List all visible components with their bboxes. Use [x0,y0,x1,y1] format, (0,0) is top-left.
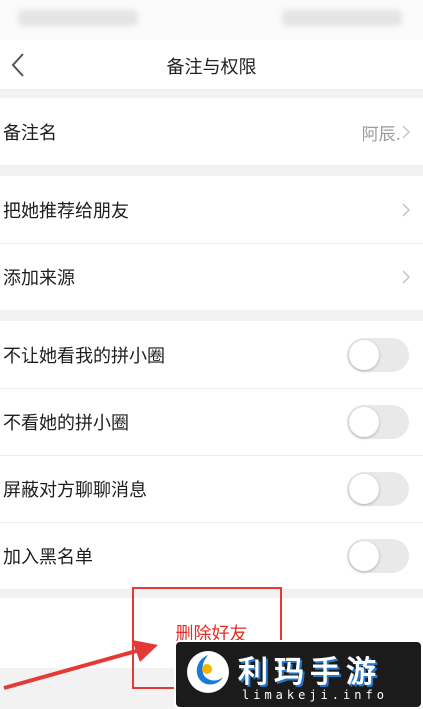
toggle-knob [349,474,379,504]
recommend-to-friend-label: 把她推荐给朋友 [3,201,129,222]
toggle-label: 不看她的拼小圈 [3,413,129,434]
toggle-label: 屏蔽对方聊聊消息 [3,480,147,501]
blurred-status-right [282,10,402,26]
links-section: 把她推荐给朋友 添加来源 [0,176,423,310]
status-bar [0,0,423,40]
toggle-knob [349,541,379,571]
blurred-status-left [18,10,138,26]
remark-row[interactable]: 备注名 阿辰. [0,98,423,165]
toggle-switch[interactable] [347,539,409,573]
remark-section: 备注名 阿辰. [0,98,423,165]
recommend-to-friend-row[interactable]: 把她推荐给朋友 [0,176,423,243]
remark-value: 阿辰. [361,125,401,145]
nav-bar: 备注与权限 [0,40,423,90]
watermark-subtitle: limakeji.info [242,688,388,702]
page-title: 备注与权限 [166,57,257,78]
toggle-knob [349,407,379,437]
toggle-row-hide-my-moments: 不让她看我的拼小圈 [0,321,423,388]
annotation-arrow-icon [3,640,158,690]
toggle-row-blacklist: 加入黑名单 [0,522,423,589]
add-source-row[interactable]: 添加来源 [0,243,423,310]
toggle-label: 加入黑名单 [3,547,93,568]
chevron-right-icon [402,203,411,217]
chevron-right-icon [402,125,411,139]
toggle-row-block-messages: 屏蔽对方聊聊消息 [0,455,423,522]
watermark-title: 利玛手游 [238,655,382,690]
add-source-label: 添加来源 [3,268,75,289]
chevron-right-icon [402,270,411,284]
toggles-section: 不让她看我的拼小圈 不看她的拼小圈 屏蔽对方聊聊消息 加入黑名单 [0,321,423,589]
toggle-row-hide-her-moments: 不看她的拼小圈 [0,388,423,455]
watermark-logo: 利玛手游 limakeji.info [174,640,423,709]
toggle-switch[interactable] [347,405,409,439]
toggle-label: 不让她看我的拼小圈 [3,346,165,367]
toggle-knob [349,340,379,370]
remark-label: 备注名 [3,123,57,144]
watermark-swirl-icon [187,651,229,693]
toggle-switch[interactable] [347,338,409,372]
toggle-switch[interactable] [347,472,409,506]
